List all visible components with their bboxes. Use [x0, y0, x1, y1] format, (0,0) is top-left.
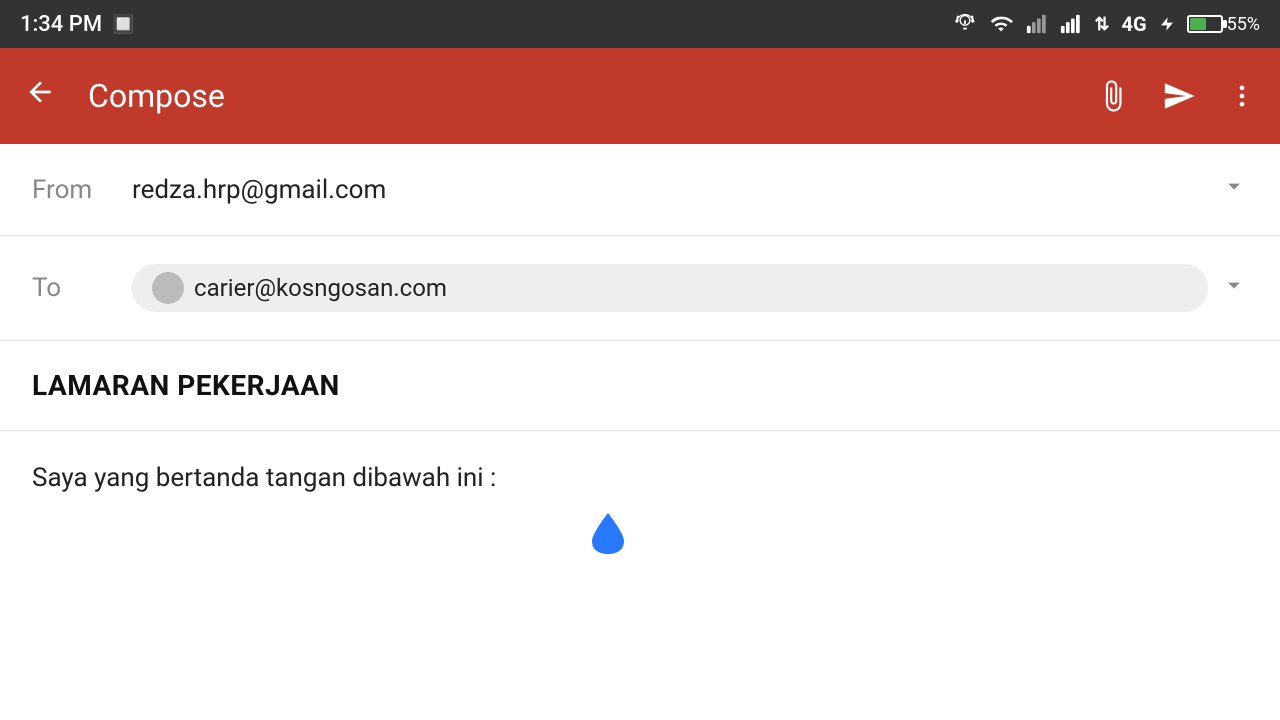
- signal-icon-2: [1060, 13, 1082, 35]
- battery-fill: [1190, 18, 1207, 30]
- more-button[interactable]: [1228, 79, 1256, 113]
- status-right-icons: ⇅ 4G 55%: [954, 12, 1260, 36]
- to-chip[interactable]: carier@kosngosan.com: [132, 264, 1208, 312]
- to-chips-area: carier@kosngosan.com: [132, 264, 1208, 312]
- battery-bar: [1187, 15, 1223, 33]
- water-drop-cursor: [590, 511, 626, 555]
- wifi-icon: [988, 13, 1014, 35]
- to-label: To: [32, 273, 132, 303]
- subject-row[interactable]: LAMARAN PEKERJAAN: [0, 341, 1280, 431]
- to-chip-email: carier@kosngosan.com: [194, 274, 447, 302]
- alarm-icon: [954, 13, 976, 35]
- status-bar: 1:34 PM 🔲 ⇅ 4G: [0, 0, 1280, 48]
- battery-percent: 55%: [1227, 14, 1260, 35]
- attach-button[interactable]: [1096, 79, 1130, 113]
- from-value: redza.hrp@gmail.com: [132, 175, 1208, 205]
- compose-body: From redza.hrp@gmail.com To carier@kosng…: [0, 144, 1280, 720]
- notification-icon: 🔲: [112, 14, 134, 35]
- body-area[interactable]: Saya yang bertanda tangan dibawah ini :: [0, 431, 1280, 526]
- from-label: From: [32, 175, 132, 205]
- time-display: 1:34 PM: [20, 12, 102, 37]
- from-chevron-icon[interactable]: [1220, 172, 1248, 207]
- battery-container: 55%: [1187, 14, 1260, 35]
- bolt-icon: [1159, 13, 1175, 35]
- subject-text: LAMARAN PEKERJAAN: [32, 369, 340, 402]
- 4g-label: 4G: [1121, 12, 1146, 36]
- toolbar-title: Compose: [88, 77, 1072, 115]
- signal-icon: [1026, 13, 1048, 35]
- back-button[interactable]: [24, 76, 56, 116]
- to-avatar: [152, 272, 184, 304]
- toolbar: Compose: [0, 48, 1280, 144]
- data-arrows-icon: ⇅: [1094, 14, 1109, 35]
- to-chevron-icon[interactable]: [1220, 271, 1248, 306]
- send-button[interactable]: [1162, 79, 1196, 113]
- status-time-area: 1:34 PM 🔲: [20, 12, 134, 37]
- to-row: To carier@kosngosan.com: [0, 236, 1280, 341]
- from-row: From redza.hrp@gmail.com: [0, 144, 1280, 236]
- toolbar-actions: [1096, 79, 1256, 113]
- body-text: Saya yang bertanda tangan dibawah ini :: [32, 463, 496, 493]
